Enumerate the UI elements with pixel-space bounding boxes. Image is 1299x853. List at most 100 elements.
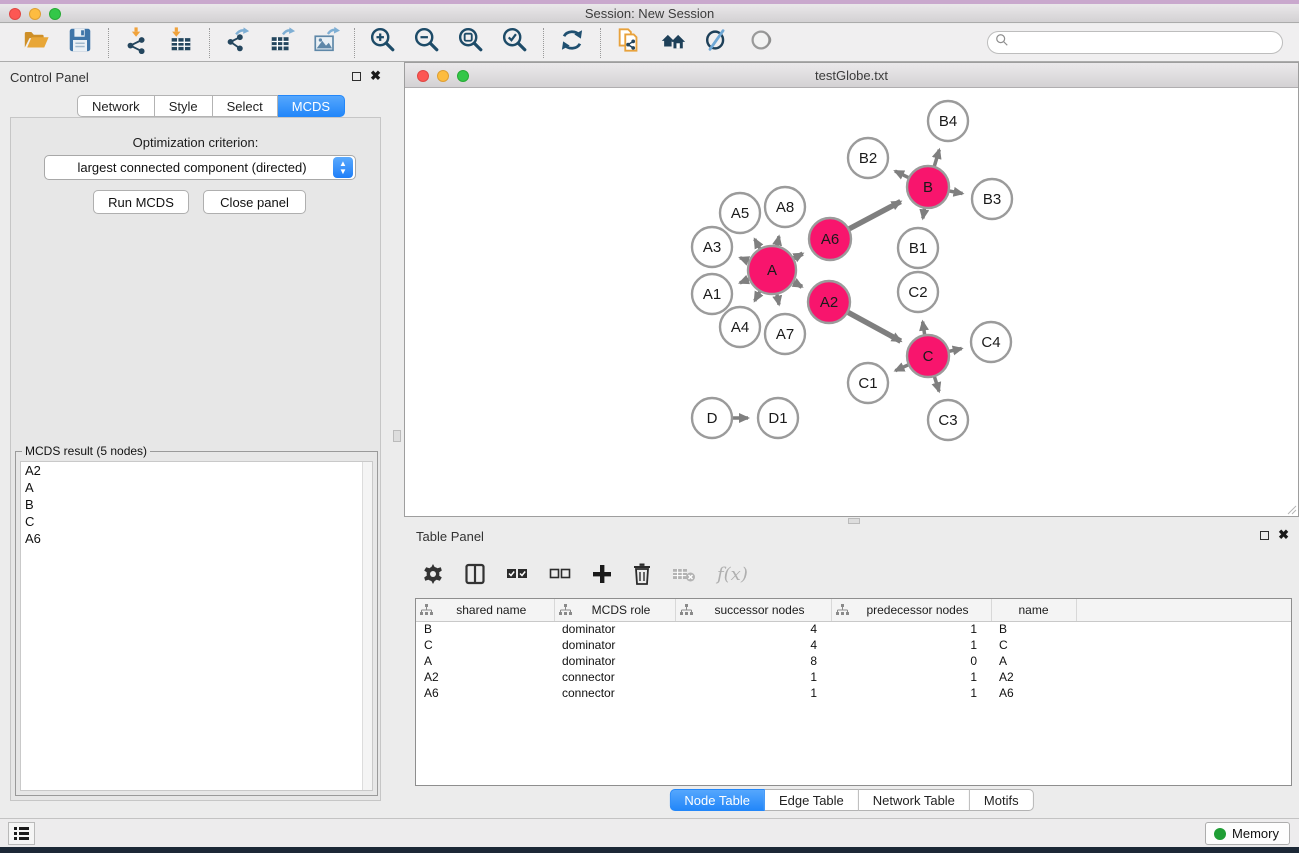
- table-row[interactable]: A2connector11A2: [416, 669, 1291, 685]
- network-window-titlebar: testGlobe.txt: [405, 63, 1298, 88]
- cell-MCDS-role[interactable]: dominator: [554, 637, 675, 653]
- edge-B-B4[interactable]: [934, 150, 939, 168]
- memory-button[interactable]: Memory: [1205, 822, 1290, 845]
- column-header-successor-nodes[interactable]: successor nodes: [675, 599, 831, 621]
- table-row[interactable]: A6connector11A6: [416, 685, 1291, 701]
- table-row[interactable]: Cdominator41C: [416, 637, 1291, 653]
- cell-MCDS-role[interactable]: connector: [554, 669, 675, 685]
- float-panel-icon[interactable]: [352, 72, 361, 81]
- cell-successor-nodes[interactable]: 8: [675, 653, 831, 669]
- cell-name[interactable]: A6: [991, 685, 1076, 701]
- tab-select[interactable]: Select: [213, 95, 278, 117]
- cell-name[interactable]: C: [991, 637, 1076, 653]
- export-image-button[interactable]: [311, 28, 341, 58]
- show-column-button[interactable]: [465, 560, 485, 588]
- cell-predecessor-nodes[interactable]: 1: [831, 685, 991, 701]
- cell-MCDS-role[interactable]: dominator: [554, 653, 675, 669]
- cell-successor-nodes[interactable]: 1: [675, 669, 831, 685]
- zoom-in-button[interactable]: [368, 28, 398, 58]
- delete-column-button[interactable]: [633, 560, 651, 588]
- result-item[interactable]: B: [21, 496, 372, 513]
- import-table-button[interactable]: [166, 28, 196, 58]
- toggle-graphics-details-button[interactable]: [702, 28, 732, 58]
- export-table-button[interactable]: [267, 28, 297, 58]
- edge-C-C2[interactable]: [923, 322, 925, 337]
- float-panel-icon[interactable]: [1260, 531, 1269, 540]
- home-button[interactable]: [658, 28, 688, 58]
- create-column-button[interactable]: [592, 560, 612, 588]
- tab-edge-table[interactable]: Edge Table: [765, 789, 859, 811]
- cell-shared-name[interactable]: B: [416, 621, 554, 637]
- tab-motifs[interactable]: Motifs: [970, 789, 1034, 811]
- edge-C-C3[interactable]: [934, 375, 939, 391]
- edge-B-B2[interactable]: [895, 171, 910, 178]
- save-session-button[interactable]: [65, 28, 95, 58]
- column-header-MCDS-role[interactable]: MCDS role: [554, 599, 675, 621]
- mcds-result-list[interactable]: A2ABCA6: [20, 461, 373, 791]
- cell-MCDS-role[interactable]: connector: [554, 685, 675, 701]
- network-search-field[interactable]: [987, 31, 1283, 54]
- vertical-split-divider[interactable]: [391, 62, 404, 818]
- criterion-dropdown[interactable]: largest connected component (directed) ▲…: [44, 155, 356, 180]
- result-item[interactable]: A6: [21, 530, 372, 547]
- divider-handle[interactable]: [393, 430, 401, 442]
- zoom-selected-button[interactable]: [500, 28, 530, 58]
- close-panel-icon[interactable]: ✖: [1278, 530, 1289, 540]
- zoom-fit-button[interactable]: [456, 28, 486, 58]
- import-network-button[interactable]: [122, 28, 152, 58]
- cell-successor-nodes[interactable]: 4: [675, 621, 831, 637]
- cell-name[interactable]: B: [991, 621, 1076, 637]
- column-header-shared-name[interactable]: shared name: [416, 599, 554, 621]
- node-table[interactable]: shared nameMCDS rolesuccessor nodesprede…: [416, 599, 1291, 701]
- column-header-name[interactable]: name: [991, 599, 1076, 621]
- search-input[interactable]: [1009, 36, 1282, 50]
- tab-style[interactable]: Style: [155, 95, 213, 117]
- table-settings-button[interactable]: [422, 560, 444, 588]
- tab-node-table[interactable]: Node Table: [669, 789, 765, 811]
- table-row[interactable]: Bdominator41B: [416, 621, 1291, 637]
- network-graph[interactable]: AA6A2BCA1A3A4A5A7A8B1B2B3B4C1C2C3C4DD1: [405, 88, 1298, 516]
- table-row[interactable]: Adominator80A: [416, 653, 1291, 669]
- task-history-button[interactable]: [8, 822, 35, 845]
- close-panel-button[interactable]: Close panel: [203, 190, 306, 214]
- cell-name[interactable]: A: [991, 653, 1076, 669]
- column-header-predecessor-nodes[interactable]: predecessor nodes: [831, 599, 991, 621]
- open-session-button[interactable]: [21, 28, 51, 58]
- show-hide-view-button[interactable]: [746, 28, 776, 58]
- result-scrollbar[interactable]: [362, 462, 372, 790]
- cell-shared-name[interactable]: A6: [416, 685, 554, 701]
- cell-successor-nodes[interactable]: 1: [675, 685, 831, 701]
- result-item[interactable]: C: [21, 513, 372, 530]
- result-item[interactable]: A: [21, 479, 372, 496]
- tab-mcds[interactable]: MCDS: [278, 95, 345, 117]
- export-network-button[interactable]: [223, 28, 253, 58]
- edge-A2-C[interactable]: [847, 312, 901, 342]
- edge-B-B3[interactable]: [948, 191, 963, 194]
- cell-predecessor-nodes[interactable]: 1: [831, 621, 991, 637]
- deselect-all-button[interactable]: [549, 560, 571, 588]
- tab-network[interactable]: Network: [77, 95, 155, 117]
- cell-successor-nodes[interactable]: 4: [675, 637, 831, 653]
- resize-grip-icon[interactable]: [1285, 503, 1297, 515]
- cell-name[interactable]: A2: [991, 669, 1076, 685]
- zoom-out-button[interactable]: [412, 28, 442, 58]
- edge-A6-B[interactable]: [848, 202, 901, 230]
- tab-network-table[interactable]: Network Table: [859, 789, 970, 811]
- cell-shared-name[interactable]: C: [416, 637, 554, 653]
- refresh-layout-button[interactable]: [557, 28, 587, 58]
- run-mcds-button[interactable]: Run MCDS: [93, 190, 189, 214]
- horizontal-split-divider[interactable]: [404, 517, 1299, 525]
- cell-shared-name[interactable]: A2: [416, 669, 554, 685]
- cell-shared-name[interactable]: A: [416, 653, 554, 669]
- close-panel-icon[interactable]: ✖: [370, 71, 381, 81]
- cell-predecessor-nodes[interactable]: 1: [831, 637, 991, 653]
- cell-predecessor-nodes[interactable]: 1: [831, 669, 991, 685]
- clone-network-button[interactable]: [614, 28, 644, 58]
- network-canvas[interactable]: AA6A2BCA1A3A4A5A7A8B1B2B3B4C1C2C3C4DD1: [405, 88, 1298, 516]
- result-item[interactable]: A2: [21, 462, 372, 479]
- cell-MCDS-role[interactable]: dominator: [554, 621, 675, 637]
- cell-predecessor-nodes[interactable]: 0: [831, 653, 991, 669]
- edge-C-C1[interactable]: [895, 364, 909, 370]
- divider-handle[interactable]: [848, 518, 860, 524]
- select-all-button[interactable]: [506, 560, 528, 588]
